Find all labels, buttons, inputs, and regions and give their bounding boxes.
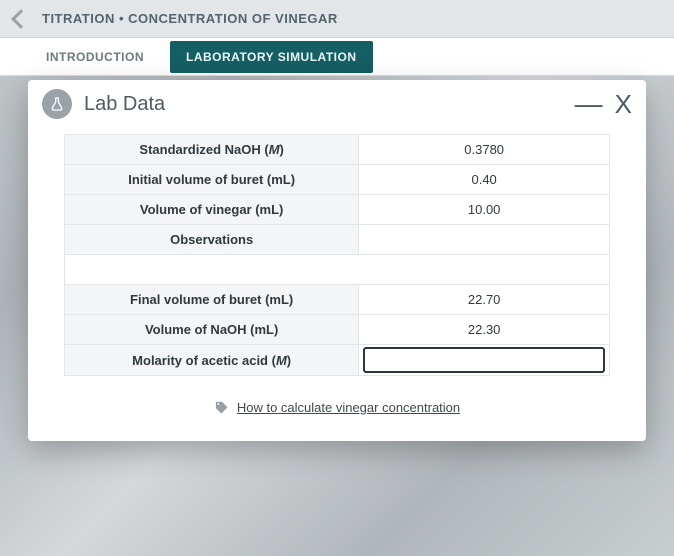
tab-laboratory-simulation[interactable]: LABORATORY SIMULATION: [170, 41, 373, 73]
row-label: Final volume of buret (mL): [65, 285, 359, 315]
table-row: Molarity of acetic acid (M): [65, 345, 610, 376]
row-label: Standardized NaOH (M): [139, 142, 283, 157]
help-link[interactable]: How to calculate vinegar concentration: [237, 400, 460, 415]
tab-introduction[interactable]: INTRODUCTION: [30, 41, 160, 73]
row-value: 22.70: [359, 285, 610, 315]
row-label: Initial volume of buret (mL): [65, 165, 359, 195]
row-value: 0.3780: [359, 135, 610, 165]
back-icon[interactable]: [11, 9, 31, 29]
table-row: Observations: [65, 225, 610, 255]
row-label: Volume of NaOH (mL): [65, 315, 359, 345]
row-value: 0.40: [359, 165, 610, 195]
panel-header: Lab Data — X: [28, 80, 646, 128]
close-button[interactable]: X: [615, 89, 632, 120]
table-row: Standardized NaOH (M) 0.3780: [65, 135, 610, 165]
table-row: Volume of NaOH (mL) 22.30: [65, 315, 610, 345]
breadcrumb: TITRATION • CONCENTRATION OF VINEGAR: [42, 11, 338, 26]
flask-icon: [42, 89, 72, 119]
row-value: 10.00: [359, 195, 610, 225]
row-label: Volume of vinegar (mL): [65, 195, 359, 225]
help-row: How to calculate vinegar concentration: [64, 400, 610, 415]
panel-body: Standardized NaOH (M) 0.3780 Initial vol…: [28, 128, 646, 441]
row-value: 22.30: [359, 315, 610, 345]
table-row: Final volume of buret (mL) 22.70: [65, 285, 610, 315]
row-label: Observations: [65, 225, 359, 255]
tab-bar: INTRODUCTION LABORATORY SIMULATION: [0, 38, 674, 76]
app-header: TITRATION • CONCENTRATION OF VINEGAR: [0, 0, 674, 38]
table-spacer: [65, 255, 610, 285]
panel-title: Lab Data: [84, 93, 575, 116]
minimize-button[interactable]: —: [575, 99, 603, 109]
table-row: Volume of vinegar (mL) 10.00: [65, 195, 610, 225]
molarity-input[interactable]: [363, 347, 605, 373]
lab-data-panel: Lab Data — X Standardized NaOH (M) 0.378…: [28, 80, 646, 441]
row-label: Molarity of acetic acid (M): [132, 353, 291, 368]
row-value: [359, 225, 610, 255]
tag-icon: [214, 400, 229, 415]
lab-data-table: Standardized NaOH (M) 0.3780 Initial vol…: [64, 134, 610, 376]
table-row: Initial volume of buret (mL) 0.40: [65, 165, 610, 195]
